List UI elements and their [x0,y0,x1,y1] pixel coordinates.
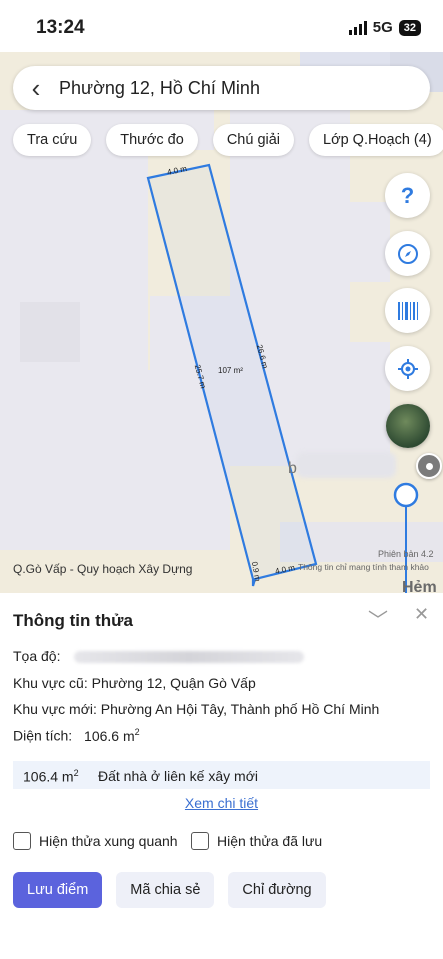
show-nearby-label: Hiện thửa xung quanh [39,833,178,849]
network-type: 5G [372,19,393,36]
tool-chips: Tra cứu Thước đo Chú giải Lớp Q.Hoạch (4… [13,124,443,156]
status-bar: 13:24 5G 32 [0,0,443,52]
land-use-row[interactable]: 106.4 m2 Đất nhà ở liên kế xây mới [13,761,430,789]
chip-chu-giai[interactable]: Chú giải [212,124,295,156]
clock: 13:24 [36,17,85,38]
satellite-layer-icon[interactable] [386,404,430,448]
question-icon[interactable]: ? [385,173,430,218]
show-saved-label: Hiện thửa đã lưu [217,833,323,849]
save-point-button[interactable]: Lưu điểm [13,872,103,908]
chip-thuoc-do[interactable]: Thước đo [106,124,198,156]
directions-button[interactable]: Chỉ đường [228,872,326,908]
new-area-row: Khu vực mới: Phường An Hội Tây, Thành ph… [13,701,380,717]
close-icon[interactable]: ✕ [414,604,429,625]
barcode-icon[interactable] [385,288,430,333]
blurred-address [296,452,396,478]
compass-icon[interactable] [385,231,430,276]
battery-icon: 32 [398,19,421,36]
locate-icon[interactable] [385,346,430,391]
checkbox-icon[interactable] [13,832,31,850]
land-area-value: 106.4 m [23,768,74,785]
view-detail-link[interactable]: Xem chi tiết [185,795,258,811]
area-value: 106.6 m [84,727,135,744]
map-source-label: Q.Gò Vấp - Quy hoạch Xây Dựng [13,562,193,576]
search-input[interactable]: Phường 12, Hồ Chí Minh [59,78,260,99]
panel-title: Thông tin thửa [13,611,133,630]
chip-tra-cuu[interactable]: Tra cứu [13,124,92,156]
location-pin-icon[interactable] [416,453,442,479]
share-code-button[interactable]: Mã chia sẻ [116,872,215,908]
checkbox-icon[interactable] [191,832,209,850]
chevron-left-icon[interactable]: ‹ [13,66,59,110]
area-row: Diện tích: 106.6 m2 [13,727,140,744]
area-sup: 2 [134,727,140,737]
coordinate-label: Tọa độ: [13,648,61,664]
signal-icon [348,20,367,35]
disclaimer-label: Thông tin chỉ mang tính tham khảo [298,562,429,572]
area-label: Diện tích: [13,727,73,744]
chevron-down-icon[interactable]: ﹀ [368,604,388,633]
land-use-description: Đất nhà ở liên kế xây mới [98,768,258,784]
old-area-row: Khu vực cũ: Phường 12, Quận Gò Vấp [13,675,256,691]
action-buttons: Lưu điểm Mã chia sẻ Chỉ đường [13,872,326,908]
show-saved-checkbox[interactable]: Hiện thửa đã lưu [191,832,322,850]
chip-lop-quy-hoach[interactable]: Lớp Q.Hoạch (4) [309,124,443,156]
version-label: Phiên bản 4.2 [378,549,434,559]
search-bar[interactable]: ‹ Phường 12, Hồ Chí Minh [13,66,430,110]
parcel-area: 107 m² [218,366,243,375]
land-area-sup: 2 [73,768,79,778]
marker-letter: b [288,460,297,477]
show-nearby-checkbox[interactable]: Hiện thửa xung quanh [13,832,178,850]
coordinate-row: Tọa độ: [13,648,305,664]
blurred-coordinates [74,651,305,664]
